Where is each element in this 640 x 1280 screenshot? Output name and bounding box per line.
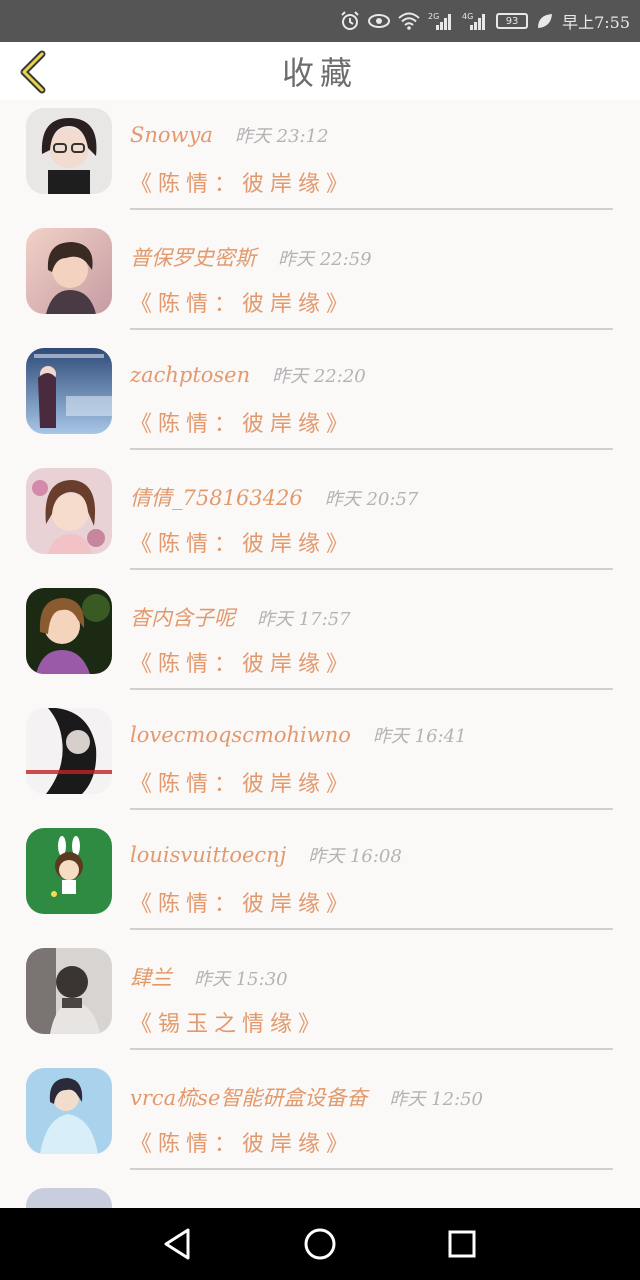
- user-name: lovecmoqscmohiwno: [130, 723, 351, 747]
- user-name: louisvuittoecnj: [130, 843, 287, 867]
- item-title: 《锡玉之情缘》: [130, 1012, 327, 1037]
- item-time: 昨天 22:59: [278, 249, 372, 270]
- list-item[interactable]: louisvuittoecnj 昨天 16:08 《陈情：彼岸缘》: [0, 820, 640, 940]
- item-title: 《陈情：彼岸缘》: [130, 532, 355, 557]
- status-bar-icons: 2G 4G 93 早上7:55: [340, 0, 630, 42]
- item-title: 《陈情：彼岸缘》: [130, 1132, 355, 1157]
- page-title: 收藏: [281, 54, 358, 92]
- item-user: louisvuittoecnj 昨天 16:08: [130, 842, 402, 868]
- divider: [130, 448, 613, 450]
- divider: [130, 688, 613, 690]
- system-nav-bar: [0, 1208, 640, 1280]
- circle-home-icon: [304, 1228, 336, 1260]
- nav-home-button[interactable]: [302, 1226, 338, 1262]
- user-name: 普保罗史密斯: [130, 246, 256, 270]
- eye-icon: [368, 13, 391, 29]
- item-title: 《陈情：彼岸缘》: [130, 292, 355, 317]
- divider: [130, 208, 613, 210]
- status-time: 早上7:55: [562, 13, 630, 32]
- user-name: 杳内含子呢: [130, 606, 235, 630]
- user-name: 倩倩_758163426: [130, 486, 303, 510]
- divider: [130, 568, 613, 570]
- user-name: 肆兰: [130, 966, 172, 990]
- list-item[interactable]: 肆兰 昨天 15:30 《锡玉之情缘》: [0, 940, 640, 1060]
- item-user: vrca梳se智能研盒设备奋 昨天 12:50: [130, 1082, 483, 1112]
- list-item-partial[interactable]: [0, 1180, 640, 1208]
- item-user: 倩倩_758163426 昨天 20:57: [130, 482, 418, 512]
- avatar: [26, 708, 112, 794]
- list-item[interactable]: zachptosen 昨天 22:20 《陈情：彼岸缘》: [0, 340, 640, 460]
- item-title: 《陈情：彼岸缘》: [130, 772, 355, 797]
- alarm-icon: [340, 11, 360, 31]
- user-name: Snowya: [130, 123, 213, 147]
- item-user: 杳内含子呢 昨天 17:57: [130, 602, 351, 632]
- avatar: [26, 1188, 112, 1208]
- signal-4g: 4G: [462, 11, 488, 31]
- item-title: 《陈情：彼岸缘》: [130, 412, 355, 437]
- user-name: vrca梳se智能研盒设备奋: [130, 1086, 368, 1110]
- item-time: 昨天 16:41: [372, 726, 467, 747]
- signal-2g: 2G: [428, 11, 454, 31]
- status-bar: 2G 4G 93 早上7:55: [0, 0, 640, 42]
- app-header: 收藏: [0, 42, 640, 100]
- avatar: [26, 348, 112, 434]
- item-time: 昨天 23:12: [234, 126, 329, 147]
- nav-back-button[interactable]: [160, 1226, 196, 1262]
- wifi-icon: [398, 12, 420, 30]
- list-item[interactable]: lovecmoqscmohiwno 昨天 16:41 《陈情：彼岸缘》: [0, 700, 640, 820]
- item-time: 昨天 20:57: [324, 489, 419, 510]
- avatar: [26, 228, 112, 314]
- avatar: [26, 468, 112, 554]
- avatar: [26, 948, 112, 1034]
- divider: [130, 1168, 613, 1170]
- item-user: zachptosen 昨天 22:20: [130, 362, 366, 388]
- divider: [130, 328, 613, 330]
- item-time: 昨天 15:30: [194, 969, 288, 990]
- svg-text:4G: 4G: [462, 12, 473, 21]
- battery-icon: 93: [496, 13, 529, 29]
- item-user: Snowya 昨天 23:12: [130, 122, 329, 148]
- item-user: lovecmoqscmohiwno 昨天 16:41: [130, 722, 467, 748]
- list-item[interactable]: 杳内含子呢 昨天 17:57 《陈情：彼岸缘》: [0, 580, 640, 700]
- nav-recent-button[interactable]: [444, 1226, 480, 1262]
- avatar: [26, 1068, 112, 1154]
- leaf-icon: [536, 12, 554, 30]
- item-user: 普保罗史密斯 昨天 22:59: [130, 242, 372, 272]
- divider: [130, 928, 613, 930]
- divider: [130, 808, 613, 810]
- square-recent-icon: [448, 1230, 476, 1258]
- item-time: 昨天 17:57: [257, 609, 351, 630]
- list-item[interactable]: Snowya 昨天 23:12 《陈情：彼岸缘》: [0, 100, 640, 220]
- item-title: 《陈情：彼岸缘》: [130, 172, 355, 197]
- item-user: 肆兰 昨天 15:30: [130, 962, 288, 992]
- item-time: 昨天 16:08: [308, 846, 402, 867]
- avatar: [26, 588, 112, 674]
- divider: [130, 1048, 613, 1050]
- list-item[interactable]: 普保罗史密斯 昨天 22:59 《陈情：彼岸缘》: [0, 220, 640, 340]
- user-name: zachptosen: [130, 363, 251, 387]
- avatar: [26, 828, 112, 914]
- item-title: 《陈情：彼岸缘》: [130, 892, 355, 917]
- list-item[interactable]: 倩倩_758163426 昨天 20:57 《陈情：彼岸缘》: [0, 460, 640, 580]
- svg-text:2G: 2G: [428, 12, 439, 21]
- favorites-list: Snowya 昨天 23:12 《陈情：彼岸缘》 普保罗史密斯 昨天 22:59 《…: [0, 100, 640, 1208]
- avatar: [26, 108, 112, 194]
- item-time: 昨天 12:50: [389, 1089, 483, 1110]
- list-item[interactable]: vrca梳se智能研盒设备奋 昨天 12:50 《陈情：彼岸缘》: [0, 1060, 640, 1180]
- item-time: 昨天 22:20: [272, 366, 366, 387]
- item-title: 《陈情：彼岸缘》: [130, 652, 355, 677]
- triangle-back-icon: [164, 1228, 190, 1260]
